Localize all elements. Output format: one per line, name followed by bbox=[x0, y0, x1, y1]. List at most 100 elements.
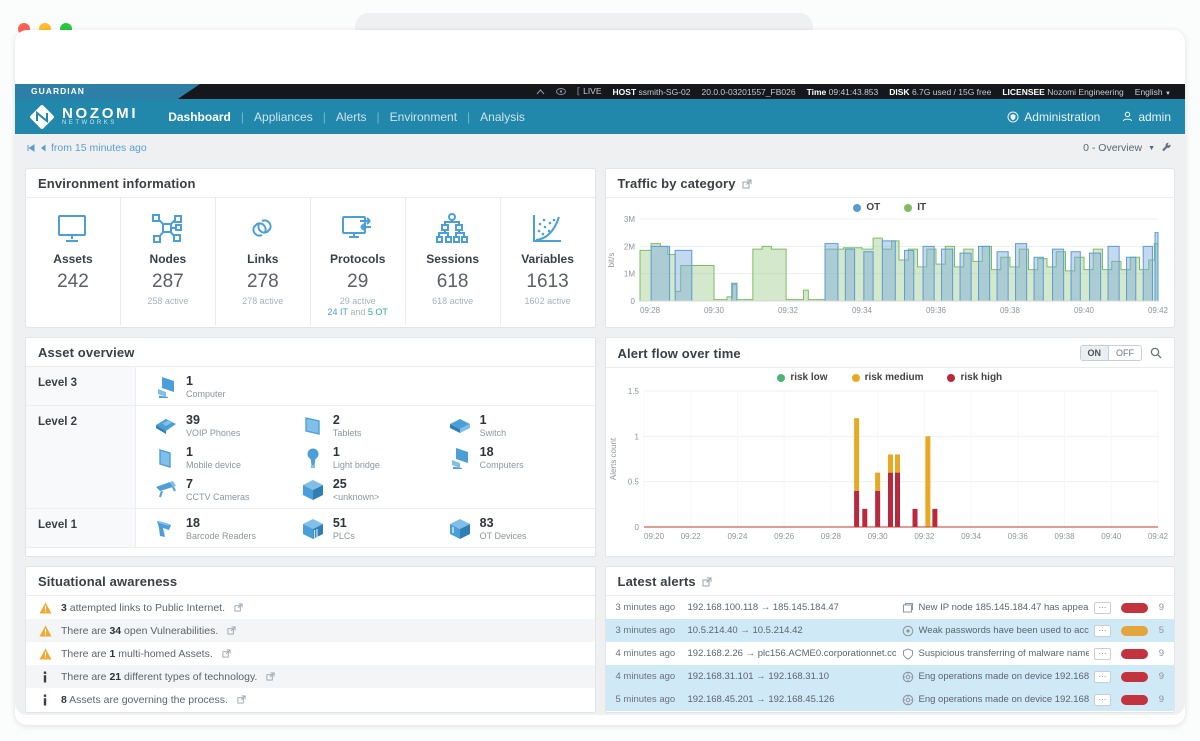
external-link-icon[interactable] bbox=[234, 603, 243, 612]
panel-title: Situational awareness bbox=[38, 574, 177, 589]
product-tab[interactable]: GUARDIAN bbox=[15, 84, 200, 99]
asset-item[interactable]: 18Computers bbox=[448, 442, 595, 474]
toggle-on-button[interactable]: ON bbox=[1081, 346, 1110, 360]
stat-card-protocols[interactable]: Protocols2929 active24 IT and 5 OT bbox=[311, 198, 406, 325]
stat-card-sessions[interactable]: Sessions618618 active bbox=[406, 198, 501, 325]
asset-item[interactable]: 25<unknown> bbox=[301, 474, 448, 506]
stat-card-links[interactable]: Links278278 active bbox=[216, 198, 311, 325]
alert-more-button[interactable]: ⋯ bbox=[1094, 694, 1111, 706]
level-label: Level 1 bbox=[26, 509, 136, 547]
asset-item[interactable]: 51PLCs bbox=[301, 513, 448, 545]
alert-more-button[interactable]: ⋯ bbox=[1094, 648, 1111, 660]
alert-time: 4 minutes ago bbox=[616, 671, 682, 682]
asset-item[interactable]: 18Barcode Readers bbox=[154, 513, 301, 545]
situational-item[interactable]: 3 attempted links to Public Internet. bbox=[26, 596, 595, 619]
alert-row[interactable]: 4 minutes ago192.168.31.101 → 192.168.31… bbox=[606, 665, 1175, 688]
external-link-icon[interactable] bbox=[266, 672, 275, 681]
svg-text:1: 1 bbox=[634, 432, 639, 441]
nav-item-dashboard[interactable]: Dashboard bbox=[168, 110, 231, 124]
user-menu[interactable]: admin bbox=[1122, 110, 1171, 124]
nav-item-analysis[interactable]: Analysis bbox=[480, 110, 525, 124]
external-link-icon[interactable] bbox=[702, 577, 712, 587]
legend-item-risk-medium[interactable]: risk medium bbox=[852, 372, 924, 383]
legend-item-risk-low[interactable]: risk low bbox=[777, 372, 827, 383]
variables-icon bbox=[530, 212, 565, 245]
alert-more-button[interactable]: ⋯ bbox=[1094, 625, 1111, 637]
svg-text:09:20: 09:20 bbox=[644, 532, 665, 541]
stat-card-variables[interactable]: Variables16131602 active bbox=[501, 198, 595, 325]
situational-item[interactable]: There are 34 open Vulnerabilities. bbox=[26, 619, 595, 642]
step-back-icon[interactable] bbox=[40, 144, 46, 152]
asset-item[interactable]: 1Computer bbox=[154, 371, 301, 403]
severity-badge bbox=[1121, 603, 1148, 613]
stat-active: 258 active bbox=[147, 296, 188, 306]
asset-item[interactable]: 1Light bridge bbox=[301, 442, 448, 474]
stat-card-assets[interactable]: Assets242 bbox=[26, 198, 121, 325]
alert-row[interactable]: 5 minutes ago192.168.45.201 → 192.168.45… bbox=[606, 688, 1175, 711]
asset-item[interactable]: 39VOIP Phones bbox=[154, 410, 301, 442]
traffic-chart[interactable]: 01M2M3M09:2809:3009:3209:3409:3609:3809:… bbox=[606, 213, 1168, 317]
collapse-caret-icon[interactable] bbox=[536, 89, 545, 95]
asset-count: 1 bbox=[186, 446, 241, 458]
svg-text:bit/s: bit/s bbox=[607, 253, 616, 268]
legend-item-risk-high[interactable]: risk high bbox=[947, 372, 1002, 383]
alert-route: 192.168.45.201 → 192.168.45.126 bbox=[688, 694, 896, 705]
severity-badge bbox=[1121, 672, 1148, 682]
nozomi-logo[interactable]: NOZOMI NETWORKS bbox=[29, 104, 138, 130]
timerange-label[interactable]: from 15 minutes ago bbox=[51, 142, 147, 154]
toggle-off-button[interactable]: OFF bbox=[1109, 346, 1141, 360]
legend-item-ot[interactable]: OT bbox=[853, 202, 880, 213]
administration-menu[interactable]: Administration bbox=[1007, 110, 1100, 124]
nav-item-environment[interactable]: Environment bbox=[390, 110, 457, 124]
asset-item[interactable]: 83OT Devices bbox=[448, 513, 595, 545]
svg-text:09:32: 09:32 bbox=[777, 306, 798, 315]
alert-flow-chart[interactable]: 00.511.509:2009:2209:2409:2609:2809:3009… bbox=[606, 383, 1168, 543]
wrench-icon[interactable] bbox=[1161, 142, 1173, 154]
external-link-icon[interactable] bbox=[237, 695, 246, 704]
asset-item[interactable]: 2Tablets bbox=[301, 410, 448, 442]
external-link-icon[interactable] bbox=[227, 626, 236, 635]
nav-item-alerts[interactable]: Alerts bbox=[336, 110, 367, 124]
svg-text:09:36: 09:36 bbox=[1007, 532, 1028, 541]
asset-item[interactable]: 1Switch bbox=[448, 410, 595, 442]
alert-more-button[interactable]: ⋯ bbox=[1094, 671, 1111, 683]
nodes-icon bbox=[150, 212, 185, 245]
svg-text:09:42: 09:42 bbox=[1147, 532, 1167, 541]
asset-level-row: Level 1 18Barcode Readers51PLCs83OT Devic… bbox=[26, 509, 595, 548]
nav-item-appliances[interactable]: Appliances bbox=[254, 110, 313, 124]
asset-count: 2 bbox=[333, 414, 362, 426]
assets-icon bbox=[55, 212, 90, 245]
eye-icon[interactable] bbox=[556, 88, 566, 95]
view-selector-caret-icon[interactable]: ▼ bbox=[1148, 145, 1155, 152]
stat-label: Assets bbox=[53, 252, 92, 266]
live-toggle[interactable]: ON OFF bbox=[1080, 345, 1143, 361]
panel-title: Alert flow over time bbox=[618, 346, 741, 361]
warning-icon bbox=[39, 625, 52, 637]
alert-row[interactable]: 3 minutes ago10.5.214.40 → 10.5.214.42We… bbox=[606, 619, 1175, 642]
alert-score: 5 bbox=[1154, 625, 1164, 636]
legend-item-it[interactable]: IT bbox=[904, 202, 926, 213]
view-selector[interactable]: 0 - Overview bbox=[1083, 142, 1142, 154]
situational-item[interactable]: There are 1 multi-homed Assets. bbox=[26, 642, 595, 665]
alert-route: 10.5.214.40 → 10.5.214.42 bbox=[688, 625, 896, 636]
language-selector[interactable]: English ▼ bbox=[1135, 87, 1171, 97]
alert-row[interactable]: 4 minutes ago192.168.2.26 → plc156.ACME0… bbox=[606, 642, 1175, 665]
asset-item[interactable]: 1Mobile device bbox=[154, 442, 301, 474]
situational-text: There are 21 different types of technolo… bbox=[61, 671, 257, 683]
alert-row[interactable]: 3 minutes ago192.168.100.118 → 185.145.1… bbox=[606, 596, 1175, 619]
asset-count: 18 bbox=[186, 517, 256, 529]
version-info: 20.0.0-03201557_FB026 bbox=[702, 87, 796, 97]
external-link-icon[interactable] bbox=[222, 649, 231, 658]
external-link-icon[interactable] bbox=[742, 179, 752, 189]
skip-start-icon[interactable] bbox=[27, 144, 35, 152]
stat-card-nodes[interactable]: Nodes287258 active bbox=[121, 198, 216, 325]
info-icon bbox=[42, 694, 48, 706]
asset-count: 1 bbox=[480, 414, 507, 426]
svg-text:09:28: 09:28 bbox=[820, 532, 841, 541]
situational-item[interactable]: 8 Assets are governing the process. bbox=[26, 688, 595, 711]
situational-item[interactable]: There are 21 different types of technolo… bbox=[26, 665, 595, 688]
zoom-search-icon[interactable] bbox=[1150, 347, 1162, 359]
alert-more-button[interactable]: ⋯ bbox=[1094, 602, 1111, 614]
svg-text:09:24: 09:24 bbox=[727, 532, 748, 541]
asset-item[interactable]: 7CCTV Cameras bbox=[154, 474, 301, 506]
